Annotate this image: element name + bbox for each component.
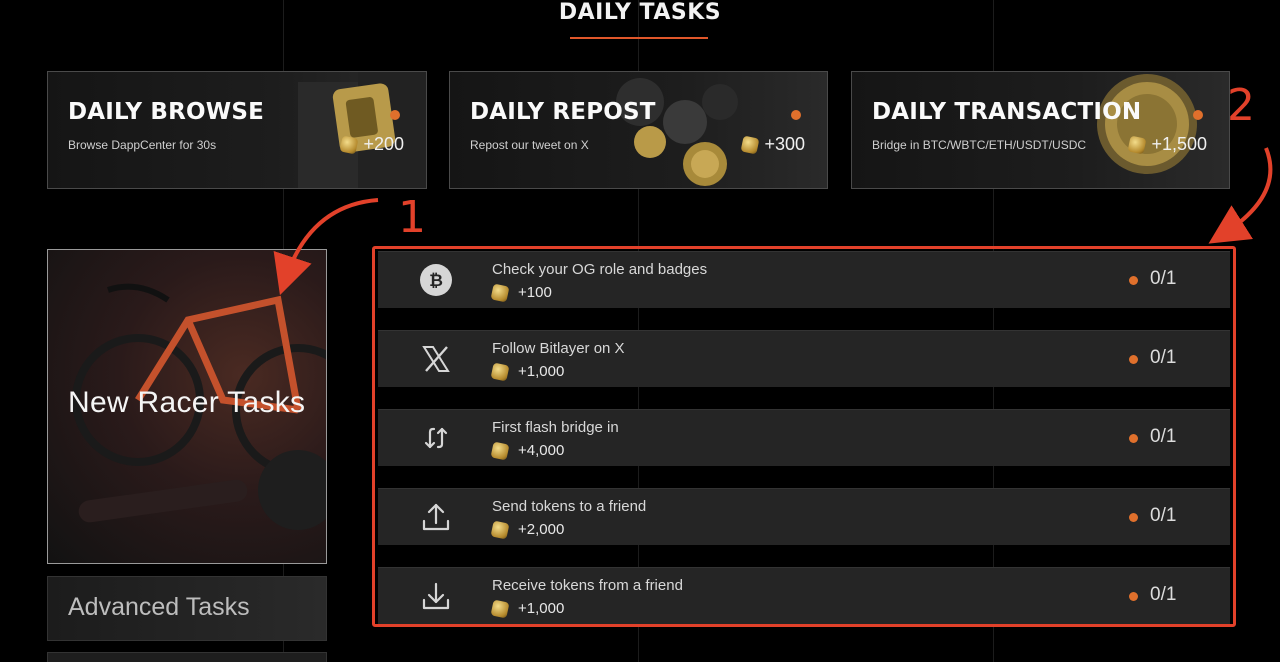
arrow-2-icon xyxy=(1208,147,1273,244)
arrow-1-icon xyxy=(273,198,379,296)
annotation-arrows xyxy=(273,147,1273,296)
